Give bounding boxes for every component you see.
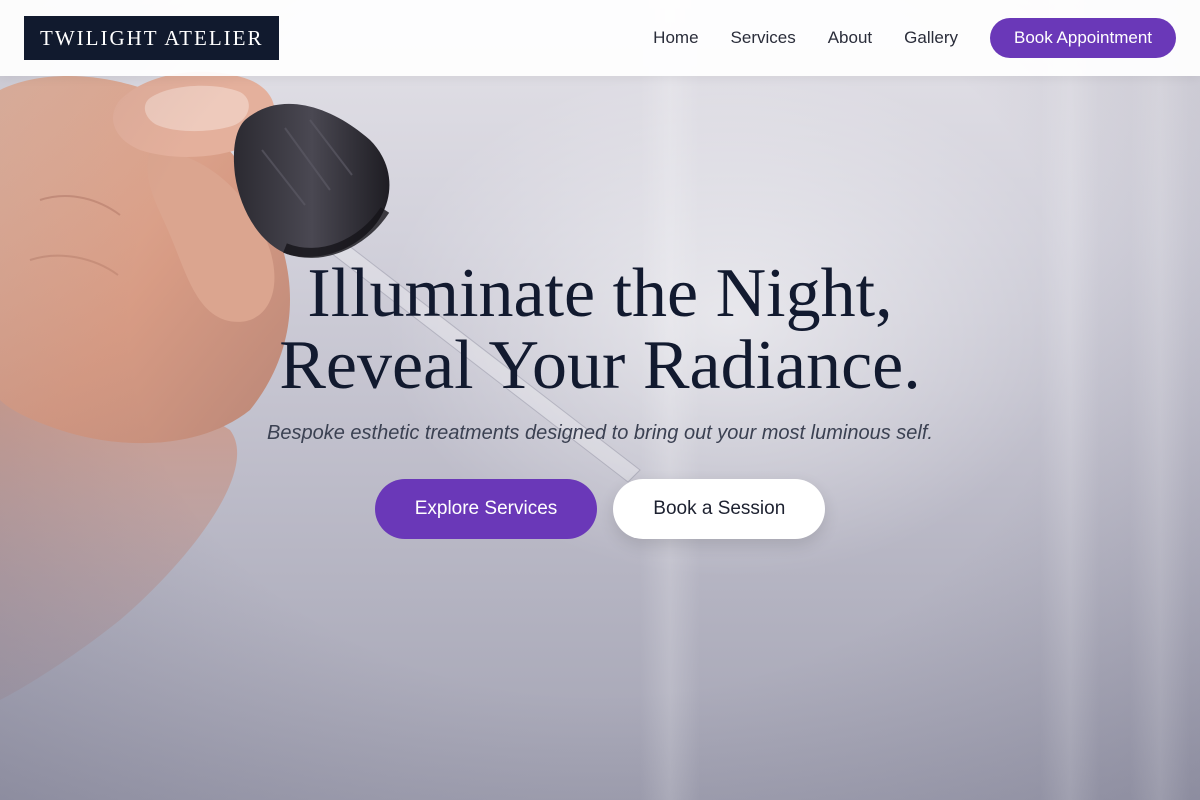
nav-link-about[interactable]: About	[828, 28, 872, 48]
nav-link-gallery[interactable]: Gallery	[904, 28, 958, 48]
hero-title-line-2: Reveal Your Radiance.	[279, 327, 921, 404]
book-appointment-button[interactable]: Book Appointment	[990, 18, 1176, 58]
nav-link-home[interactable]: Home	[653, 28, 698, 48]
hero-section: Illuminate the Night, Reveal Your Radian…	[0, 258, 1200, 539]
hero-subtitle: Bespoke esthetic treatments designed to …	[267, 422, 933, 444]
site-header: TWILIGHT ATELIER Home Services About Gal…	[0, 0, 1200, 76]
hero-title: Illuminate the Night, Reveal Your Radian…	[0, 258, 1200, 402]
book-session-button[interactable]: Book a Session	[613, 479, 826, 539]
hero-actions: Explore Services Book a Session	[0, 479, 1200, 539]
hero-title-line-1: Illuminate the Night,	[307, 255, 893, 332]
explore-services-button[interactable]: Explore Services	[374, 479, 598, 539]
brand-logo[interactable]: TWILIGHT ATELIER	[24, 16, 280, 60]
nav-link-services[interactable]: Services	[731, 28, 796, 48]
main-nav: Home Services About Gallery Book Appoint…	[653, 18, 1176, 58]
